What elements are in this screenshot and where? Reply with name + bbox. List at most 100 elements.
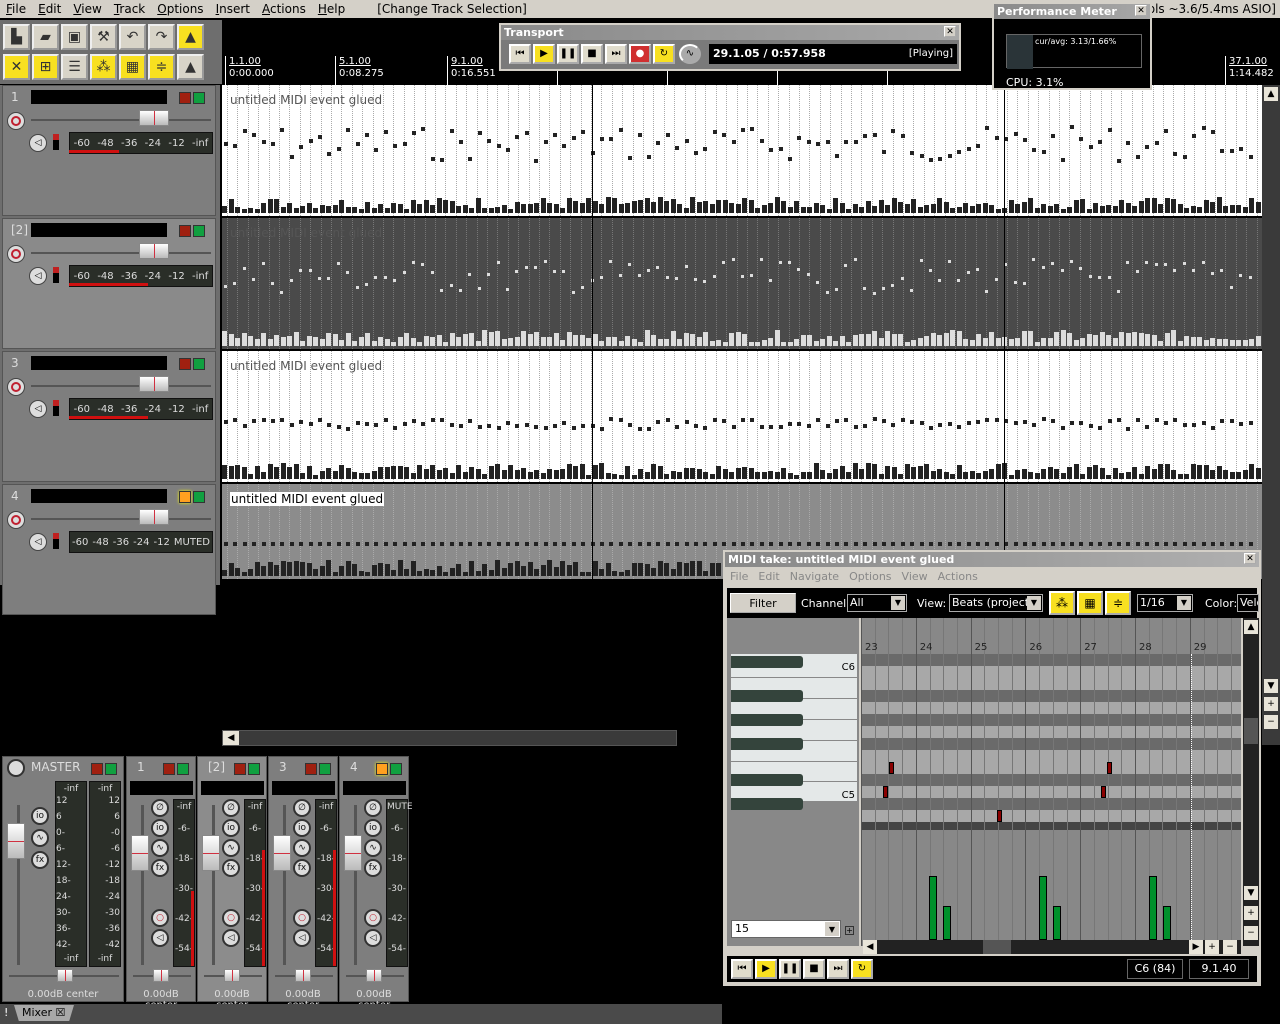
mute-speaker-icon[interactable]: ◁ — [29, 267, 47, 285]
open-folder-icon[interactable]: ▰ — [32, 24, 59, 50]
record-arm-button[interactable] — [7, 112, 25, 130]
strip-io-led[interactable] — [390, 763, 402, 775]
velocity-bar[interactable] — [929, 876, 937, 940]
zoom-out-icon[interactable]: − — [1264, 715, 1278, 729]
track-io-led[interactable] — [193, 491, 205, 503]
io-button[interactable]: io — [293, 819, 311, 837]
cc-lane-select[interactable]: 15 ▼ — [731, 920, 841, 938]
grid-division-select[interactable]: 1/16 ▼ — [1137, 594, 1193, 612]
new-project-icon[interactable]: ▙ — [3, 24, 30, 50]
volume-slider-track[interactable] — [31, 119, 211, 121]
eq-button[interactable]: ∿ — [151, 839, 169, 857]
mute-button[interactable]: ◁ — [293, 929, 311, 947]
channel-select[interactable]: All ▼ — [847, 594, 907, 612]
snap-button[interactable]: ⁂ — [1049, 591, 1075, 615]
midi-ruler[interactable] — [861, 618, 1241, 654]
io-toggle[interactable] — [53, 267, 59, 283]
midi-note[interactable] — [1107, 762, 1112, 774]
eq-button[interactable]: ∿ — [293, 839, 311, 857]
menu-file[interactable]: File — [0, 0, 32, 18]
strip-name-field[interactable] — [343, 781, 406, 795]
media-item-name[interactable]: untitled MIDI event glued — [230, 492, 385, 506]
wrench-icon[interactable]: ⚒ — [90, 24, 117, 50]
volume-fader-handle[interactable] — [273, 835, 291, 871]
record-arm-button[interactable]: ○ — [151, 909, 169, 927]
add-lane-icon[interactable]: + — [845, 926, 854, 935]
io-toggle[interactable] — [53, 400, 59, 416]
track-name-field[interactable] — [31, 489, 167, 503]
track-2[interactable]: [2] ◁ -60 -48 -36 -24 -12 -inf — [2, 218, 216, 349]
track-3[interactable]: 3 ◁ -60 -48 -36 -24 -12 -inf — [2, 351, 216, 482]
media-item-name[interactable]: untitled MIDI event glued — [230, 226, 382, 240]
transport-title[interactable]: Transport ✕ — [501, 25, 959, 40]
black-key[interactable] — [731, 656, 803, 668]
track-io-led[interactable] — [193, 225, 205, 237]
record-arm-button[interactable] — [7, 511, 25, 529]
mixer-tab[interactable]: Mixer ☒ — [14, 1005, 74, 1021]
mute-button[interactable]: ◁ — [151, 929, 169, 947]
record-arm-button[interactable] — [7, 378, 25, 396]
track-fx-led[interactable] — [179, 358, 191, 370]
master-pan-handle[interactable] — [57, 969, 73, 982]
track-lane-3[interactable]: untitled MIDI event glued — [222, 351, 1262, 482]
piano-roll[interactable]: 23 24 25 26 27 28 29 — [861, 618, 1241, 946]
volume-fader-handle[interactable] — [344, 835, 362, 871]
snap-grid-icon[interactable]: ▦ — [119, 54, 146, 80]
black-key[interactable] — [731, 714, 803, 726]
midi-note[interactable] — [1101, 786, 1106, 798]
io-toggle[interactable] — [53, 533, 59, 549]
black-key[interactable] — [731, 738, 803, 750]
pan-slider-handle[interactable] — [295, 969, 311, 982]
volume-slider-track[interactable] — [31, 252, 211, 254]
volume-slider-track[interactable] — [31, 518, 211, 520]
pause-button[interactable]: ❚❚ — [557, 44, 579, 64]
close-icon[interactable]: ✕ — [1244, 553, 1256, 564]
midi-menu-edit[interactable]: Edit — [753, 570, 784, 583]
track-1[interactable]: 1 ◁ -60 -48 -36 -24 -12 -inf — [2, 85, 216, 216]
playrate-knob[interactable]: ∿ — [679, 44, 701, 64]
go-end-button[interactable]: ⏭ — [605, 44, 627, 64]
zoom-out-icon[interactable]: − — [1244, 926, 1258, 940]
midi-note[interactable] — [997, 810, 1002, 822]
volume-slider-handle[interactable] — [139, 376, 169, 392]
strip-fx-led[interactable] — [234, 763, 246, 775]
track-fx-led[interactable] — [179, 92, 191, 104]
auto-crossfade-icon[interactable]: ⁂ — [90, 54, 117, 80]
quantize-button[interactable]: ≑ — [1105, 591, 1131, 615]
phase-invert-button[interactable]: ∅ — [222, 799, 240, 817]
volume-slider-handle[interactable] — [139, 110, 169, 126]
piano-keyboard[interactable]: C6 C5 15 ▼ + — [727, 618, 859, 946]
pause-button[interactable]: ❚❚ — [779, 959, 801, 979]
volume-slider-handle[interactable] — [139, 509, 169, 525]
zoom-in-icon[interactable]: + — [1264, 697, 1278, 711]
midi-vertical-scrollbar[interactable]: ▲ ▼ + − — [1243, 618, 1259, 946]
velocity-bar[interactable] — [943, 906, 951, 940]
velocity-bar[interactable] — [1163, 906, 1171, 940]
midi-menu-navigate[interactable]: Navigate — [785, 570, 844, 583]
redo-icon[interactable]: ↷ — [148, 24, 175, 50]
menu-help[interactable]: Help — [312, 0, 351, 18]
fx-button[interactable]: fx — [364, 859, 382, 877]
pan-slider-handle[interactable] — [224, 969, 240, 982]
grouping-icon[interactable]: ⊞ — [32, 54, 59, 80]
menu-insert[interactable]: Insert — [210, 0, 256, 18]
velocity-bar[interactable] — [1039, 876, 1047, 940]
midi-note[interactable] — [883, 786, 888, 798]
zoom-in-icon[interactable]: + — [1205, 940, 1219, 954]
scroll-left-icon[interactable]: ◀ — [863, 940, 877, 954]
play-button[interactable]: ▶ — [755, 959, 777, 979]
repeat-button[interactable]: ↻ — [653, 44, 675, 64]
play-button[interactable]: ▶ — [533, 44, 555, 64]
menu-view[interactable]: View — [67, 0, 107, 18]
master-fader-handle[interactable] — [7, 823, 25, 859]
strip-io-led[interactable] — [319, 763, 331, 775]
master-mono-button[interactable] — [7, 759, 25, 777]
grid-button[interactable]: ▦ — [1077, 591, 1103, 615]
track-io-led[interactable] — [193, 92, 205, 104]
record-arm-button[interactable]: ○ — [293, 909, 311, 927]
menu-track[interactable]: Track — [108, 0, 151, 18]
mute-speaker-icon[interactable]: ◁ — [29, 533, 47, 551]
strip-fx-led[interactable] — [163, 763, 175, 775]
repeat-button[interactable]: ↻ — [851, 959, 873, 979]
zoom-in-icon[interactable]: + — [1244, 906, 1258, 920]
